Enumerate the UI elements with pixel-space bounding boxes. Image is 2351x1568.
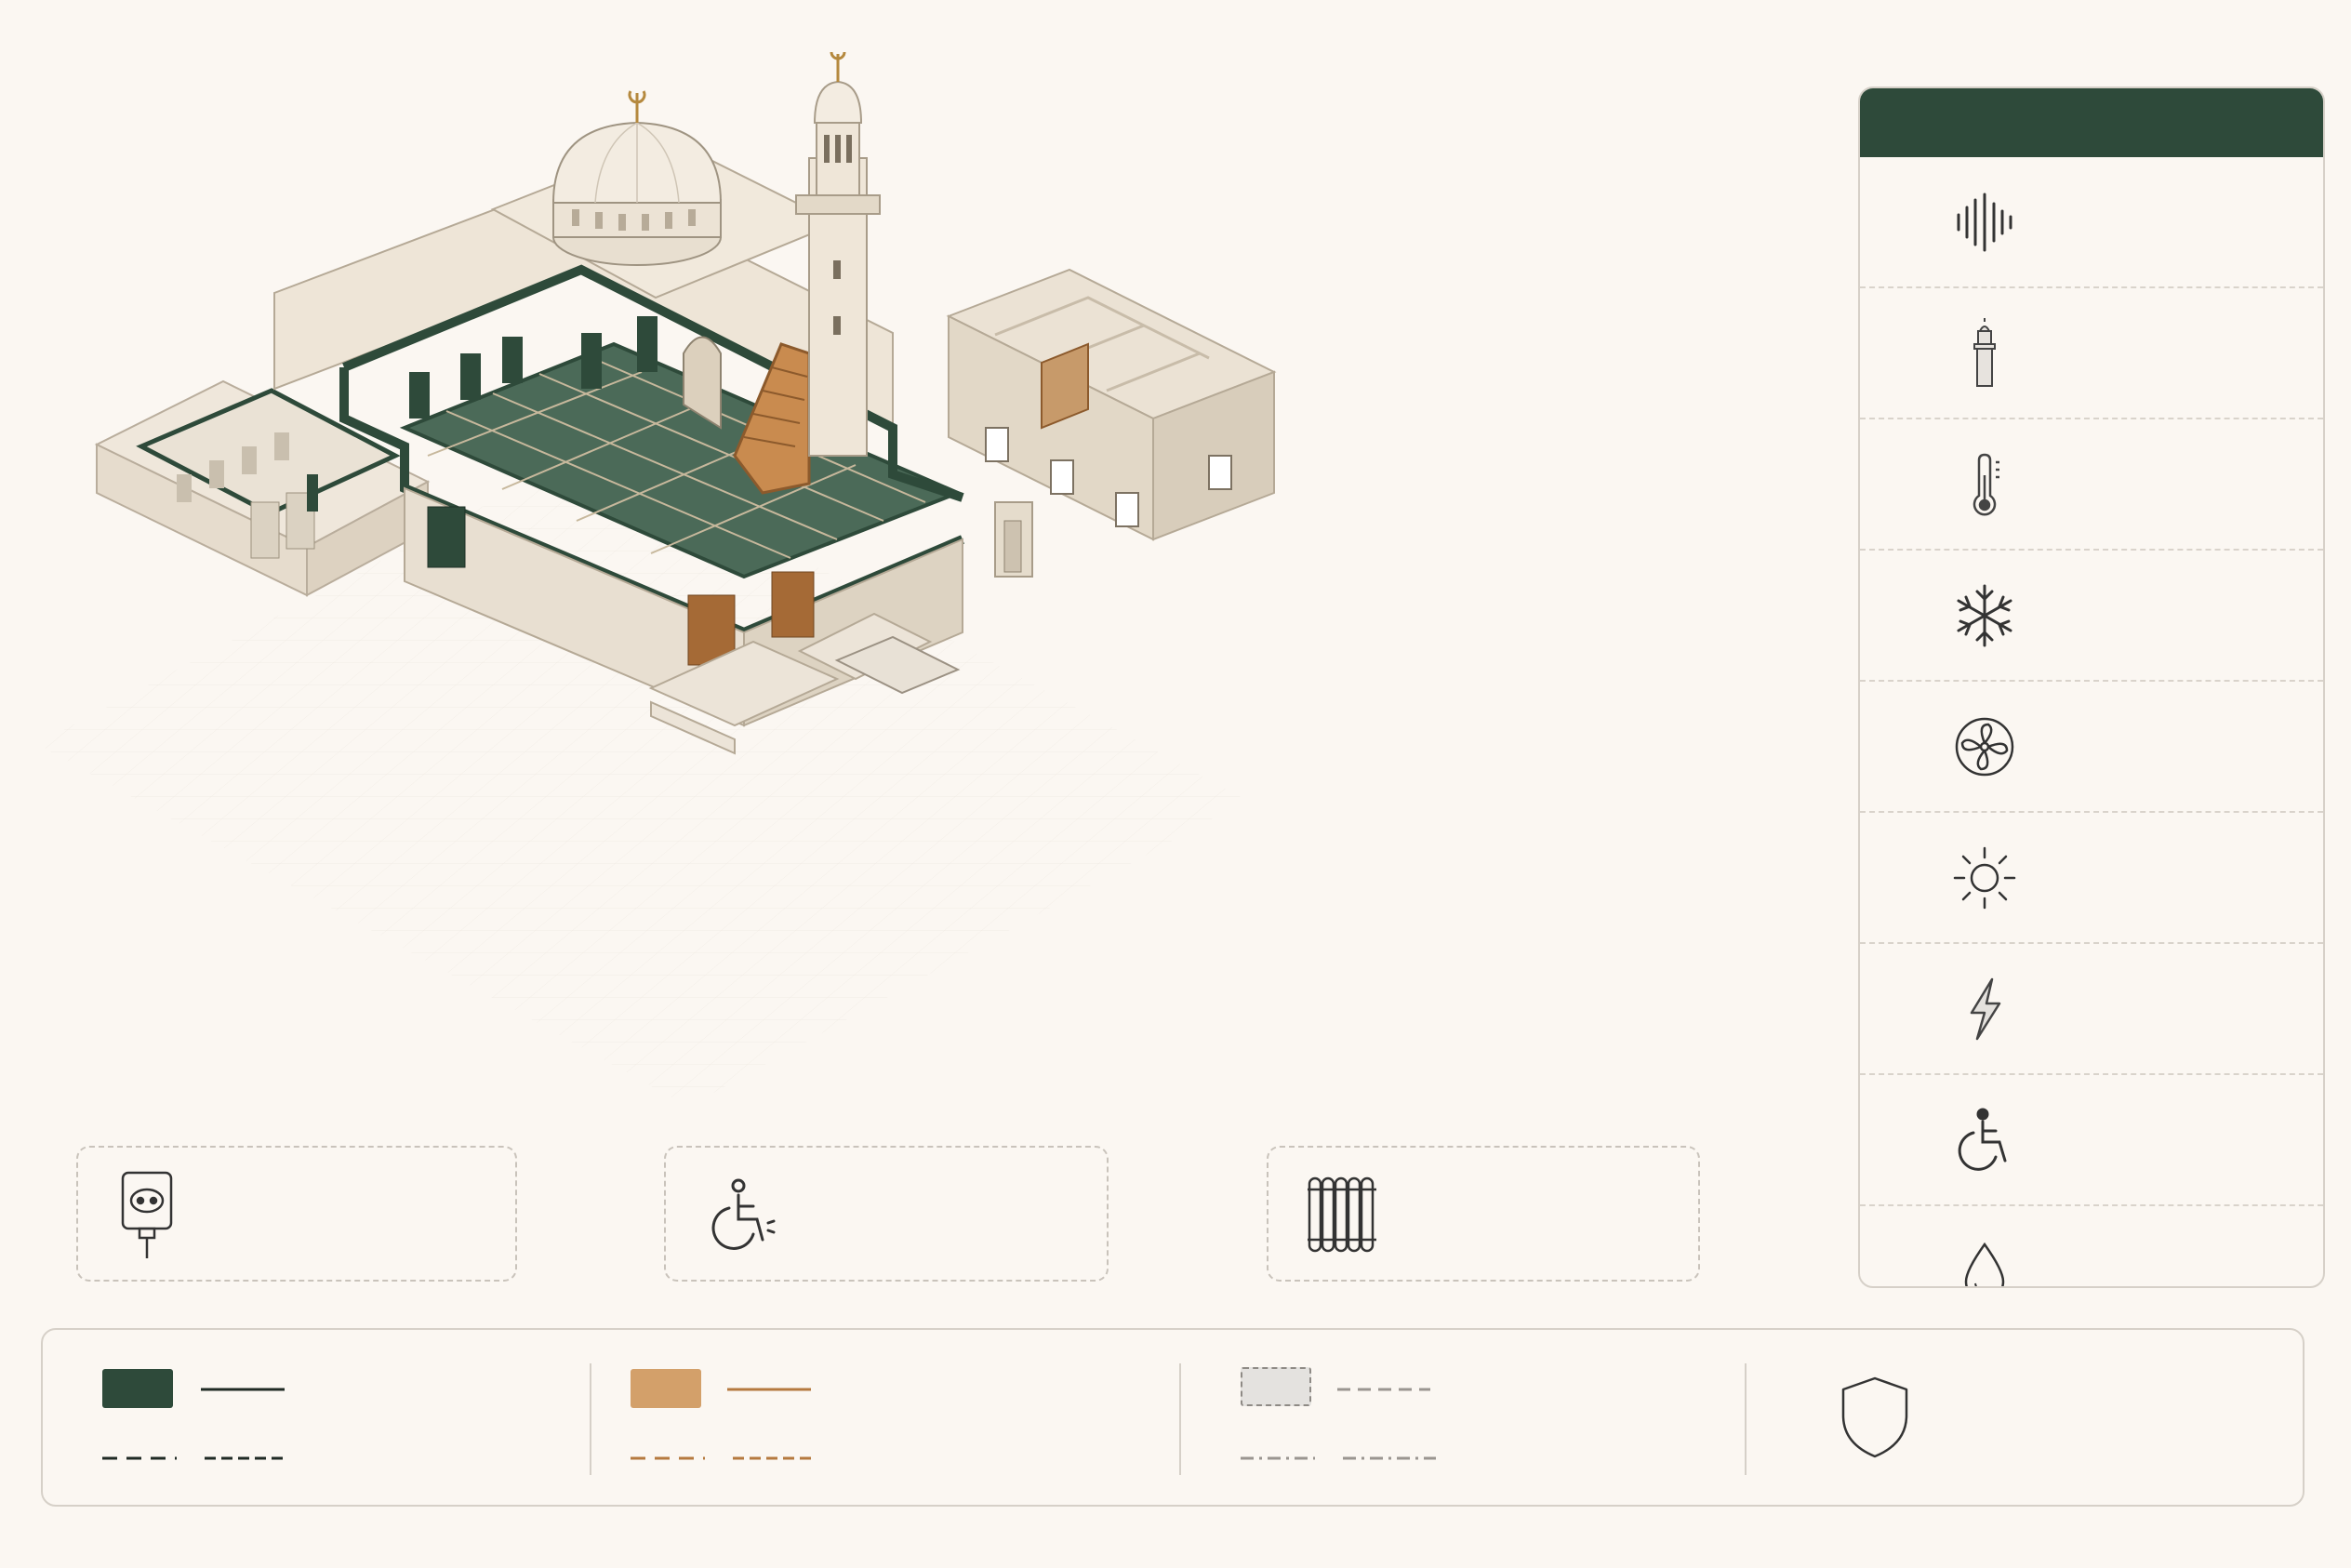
power-outlet-icon bbox=[121, 1171, 173, 1258]
legend-divider bbox=[1745, 1363, 1747, 1475]
radiator-icon bbox=[1308, 1176, 1376, 1253]
legend-line-dashed bbox=[102, 1456, 288, 1460]
legend-group-wood bbox=[591, 1330, 1181, 1507]
thermometer-icon bbox=[1972, 453, 1999, 515]
legend-group-green bbox=[43, 1330, 591, 1507]
sidebar-item-electrical[interactable] bbox=[1860, 944, 2323, 1075]
legend-line-dashdot-gray bbox=[1241, 1456, 1436, 1460]
water-drop-icon bbox=[1964, 1242, 2005, 1286]
legend-swatch-gray bbox=[1241, 1367, 1311, 1406]
sidebar-item-temperature[interactable] bbox=[1860, 419, 2323, 551]
sidebar-item-acoustics[interactable] bbox=[1860, 157, 2323, 288]
legend-swatch-wood bbox=[631, 1369, 701, 1408]
legend-line-dashed-gray bbox=[1337, 1388, 1430, 1391]
lightning-icon bbox=[1970, 977, 2001, 1040]
legend-line-solid-wood bbox=[727, 1388, 811, 1391]
acoustics-icon bbox=[1957, 193, 2012, 251]
card-accessibility[interactable] bbox=[664, 1146, 1109, 1282]
service-rooms bbox=[946, 268, 1277, 578]
snowflake-icon bbox=[1957, 584, 2012, 646]
sidebar-item-water[interactable] bbox=[1860, 1206, 2323, 1286]
sidebar-item-daylight[interactable] bbox=[1860, 813, 2323, 944]
mosque-isometric-illustration bbox=[37, 51, 1277, 1107]
sidebar-header bbox=[1860, 88, 2323, 157]
card-heating[interactable] bbox=[1267, 1146, 1700, 1282]
wheelchair-icon bbox=[711, 1178, 776, 1250]
sidebar-item-cooling[interactable] bbox=[1860, 551, 2323, 682]
legend-group-gray bbox=[1181, 1330, 1745, 1507]
shield-icon bbox=[1841, 1376, 1908, 1458]
fan-icon bbox=[1955, 717, 2014, 776]
features-sidebar bbox=[1858, 86, 2325, 1288]
minaret bbox=[795, 51, 881, 457]
card-power-outlet[interactable] bbox=[76, 1146, 517, 1282]
sidebar-item-accessibility[interactable] bbox=[1860, 1075, 2323, 1206]
minaret-icon bbox=[1973, 317, 1996, 387]
sidebar-item-ventilation[interactable] bbox=[1860, 682, 2323, 813]
legend-line-solid bbox=[201, 1388, 285, 1391]
legend-bar bbox=[41, 1328, 2305, 1507]
wheelchair-icon bbox=[1958, 1108, 2007, 1171]
sun-icon bbox=[1953, 846, 2016, 909]
sidebar-item-minaret[interactable] bbox=[1860, 288, 2323, 419]
legend-swatch-green bbox=[102, 1369, 173, 1408]
legend-line-dashed-wood bbox=[631, 1456, 817, 1460]
